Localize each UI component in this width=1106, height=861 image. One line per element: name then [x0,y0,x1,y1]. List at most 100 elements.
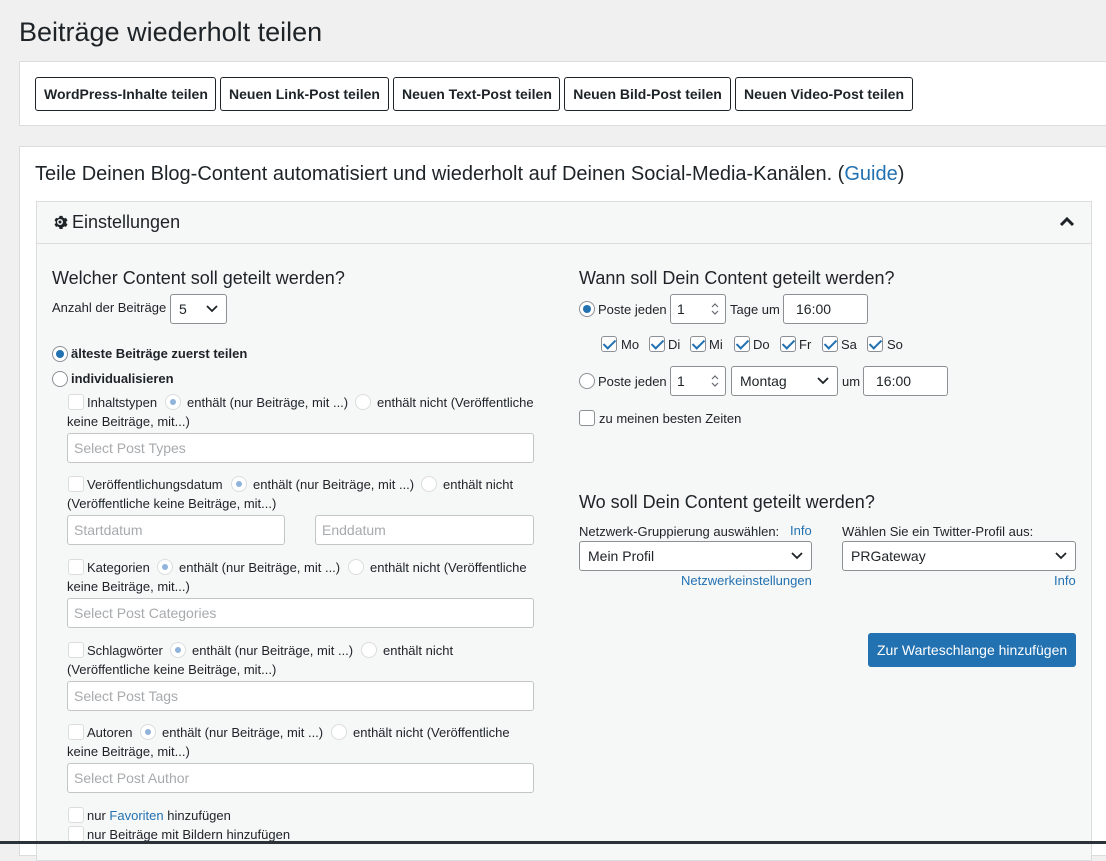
day-di-checkbox[interactable] [649,336,665,352]
settings-title: Einstellungen [52,212,180,233]
day-mi-checkbox[interactable] [690,336,706,352]
at-label: um [842,374,861,389]
weekday-interval-input[interactable]: 1 [670,366,726,396]
oldest-first-label: älteste Beiträge zuerst teilen [71,346,248,361]
tags-input[interactable]: Select Post Tags [67,681,534,711]
schedule-heading: Wann soll Dein Content geteilt werden? [579,268,895,288]
chevron-down-icon [1055,552,1067,560]
publish-date-contains-label: enthält (nur Beiträge, mit ...) [253,477,415,492]
post-every-days-radio[interactable] [579,301,595,317]
publish-date-not-contains-radio[interactable] [421,476,437,492]
post-types-not-contains-label: enthält nicht (Veröffentliche [377,395,534,410]
twitter-profile-select[interactable]: PRGateway [842,541,1076,571]
gear-icon [54,215,68,229]
day-so-checkbox[interactable] [867,336,883,352]
tags-contains-label: enthält (nur Beiträge, mit ...) [192,643,354,658]
chevron-up-icon[interactable] [1059,215,1075,227]
categories-contains-label: enthält (nur Beiträge, mit ...) [179,560,341,575]
day-so-label: So [887,337,903,352]
interval-input[interactable]: 1 [670,294,726,324]
network-settings-link[interactable]: Netzwerkeinstellungen [681,573,812,588]
time-input-2[interactable]: 16:00 [863,366,948,396]
share-text-post-button[interactable]: Neuen Text-Post teilen [393,77,560,111]
share-image-post-button[interactable]: Neuen Bild-Post teilen [564,77,731,111]
post-every-label: Poste jeden [598,302,667,317]
customize-label: individualisieren [71,371,174,386]
spinner-icon[interactable] [709,372,721,390]
twitter-info-link[interactable]: Info [1054,573,1076,588]
categories-not-contains-radio[interactable] [348,559,364,575]
favorites-label: nur Favoriten hinzufügen [87,808,231,823]
chevron-down-icon [206,305,218,313]
day-do-label: Do [753,337,770,352]
oldest-first-radio[interactable] [52,346,68,362]
where-heading: Wo soll Dein Content geteilt werden? [579,492,875,512]
settings-panel: Einstellungen Welcher Content soll getei… [36,201,1092,861]
customize-radio[interactable] [52,371,68,387]
post-types-checkbox[interactable] [68,394,84,410]
intro-text: Teile Deinen Blog-Content automatisiert … [35,163,905,185]
share-link-post-button[interactable]: Neuen Link-Post teilen [220,77,389,111]
categories-checkbox[interactable] [68,559,84,575]
add-to-queue-button[interactable]: Zur Warteschlange hinzufügen [868,633,1076,667]
post-every-weekday-label: Poste jeden [598,374,667,389]
day-fr-checkbox[interactable] [780,336,796,352]
share-type-toolbar: WordPress-Inhalte teilen Neuen Link-Post… [19,61,1106,126]
images-only-checkbox[interactable] [68,826,84,842]
publish-date-label: Veröffentlichungsdatum [87,477,223,492]
share-video-post-button[interactable]: Neuen Video-Post teilen [735,77,913,111]
best-times-label: zu meinen besten Zeiten [599,411,742,426]
chevron-down-icon [791,552,803,560]
post-types-contains-radio[interactable] [165,394,181,410]
favorites-checkbox[interactable] [68,807,84,823]
best-times-checkbox[interactable] [579,410,595,426]
publish-date-not-contains-label: enthält nicht [443,477,514,492]
authors-contains-label: enthält (nur Beiträge, mit ...) [162,725,324,740]
publish-date-continuation: (Veröffentliche keine Beiträge, mit...) [67,496,277,511]
post-every-weekday-radio[interactable] [579,373,595,389]
authors-checkbox[interactable] [68,724,84,740]
post-types-not-contains-radio[interactable] [355,394,371,410]
tags-not-contains-radio[interactable] [361,642,377,658]
time-input-1[interactable]: 16:00 [783,294,868,324]
authors-contains-radio[interactable] [140,724,156,740]
start-date-input[interactable]: Startdatum [67,515,285,545]
tags-checkbox[interactable] [68,642,84,658]
categories-input[interactable]: Select Post Categories [67,598,534,628]
publish-date-checkbox[interactable] [68,476,84,492]
post-types-continuation: keine Beiträge, mit...) [67,414,190,429]
chevron-down-icon [817,377,829,385]
post-types-contains-label: enthält (nur Beiträge, mit ...) [187,395,349,410]
share-wordpress-button[interactable]: WordPress-Inhalte teilen [35,77,216,111]
categories-contains-radio[interactable] [157,559,173,575]
settings-header[interactable]: Einstellungen [37,202,1091,244]
categories-continuation: keine Beiträge, mit...) [67,579,190,594]
guide-link[interactable]: Guide [844,163,897,185]
day-di-label: Di [668,337,681,352]
authors-input[interactable]: Select Post Author [67,763,534,793]
post-types-input[interactable]: Select Post Types [67,433,534,463]
spinner-icon[interactable] [709,300,721,318]
tags-contains-radio[interactable] [170,642,186,658]
day-mo-checkbox[interactable] [601,336,617,352]
tags-not-contains-label: enthält nicht [383,643,454,658]
end-date-input[interactable]: Enddatum [315,515,534,545]
weekday-select[interactable]: Montag [731,366,838,396]
twitter-profile-label: Wählen Sie ein Twitter-Profil aus: [842,524,1034,539]
day-do-checkbox[interactable] [734,336,750,352]
network-group-select[interactable]: Mein Profil [579,541,812,571]
post-count-label: Anzahl der Beiträge [52,300,167,315]
favorites-link[interactable]: Favoriten [109,808,163,823]
network-info-link[interactable]: Info [790,523,812,538]
post-types-label: Inhaltstypen [87,395,158,410]
network-group-label: Netzwerk-Gruppierung auswählen: [579,524,780,539]
tags-label: Schlagwörter [87,643,163,658]
content-heading: Welcher Content soll geteilt werden? [52,268,345,288]
authors-not-contains-radio[interactable] [331,724,347,740]
main-panel: Teile Deinen Blog-Content automatisiert … [19,146,1106,861]
publish-date-contains-radio[interactable] [231,476,247,492]
day-fr-label: Fr [799,337,812,352]
authors-continuation: keine Beiträge, mit...) [67,744,190,759]
day-sa-checkbox[interactable] [822,336,838,352]
post-count-select[interactable]: 5 [170,294,227,324]
